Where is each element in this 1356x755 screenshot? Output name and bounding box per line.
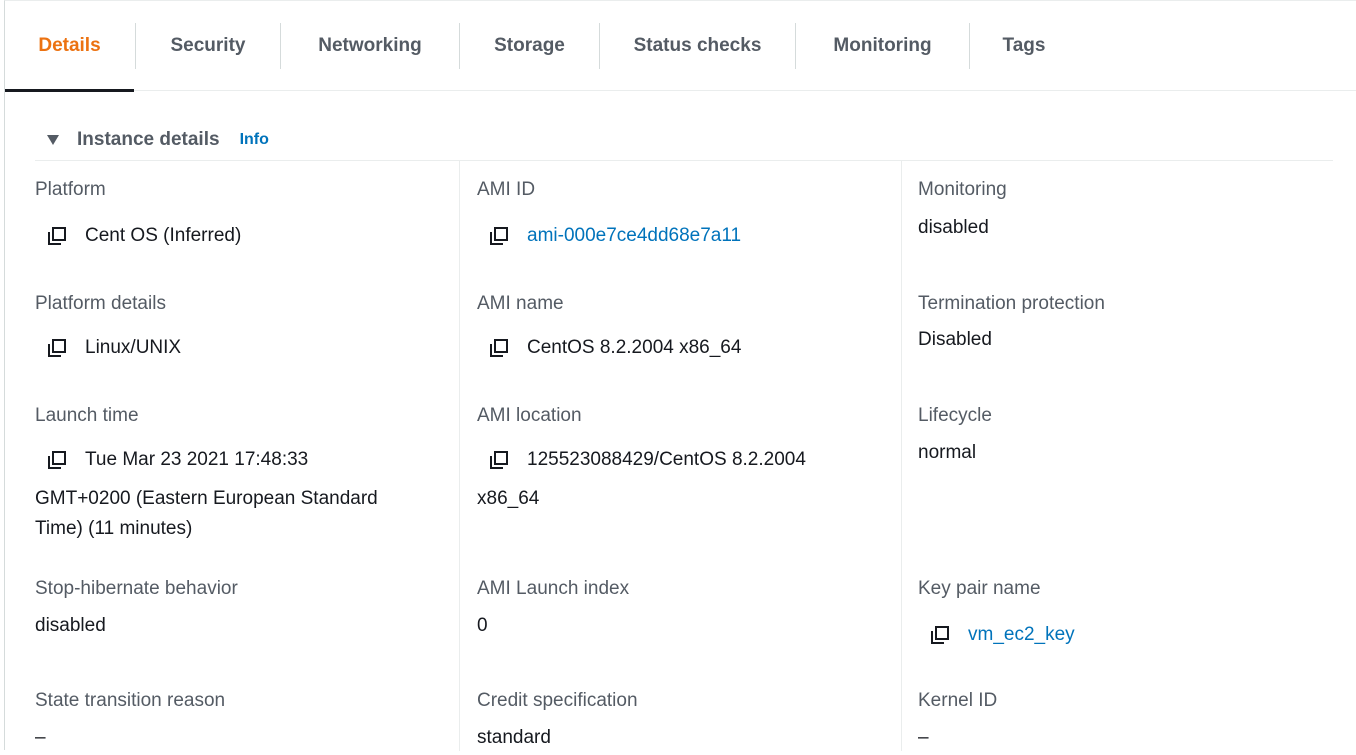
stop-hibernate-value: disabled (35, 615, 106, 636)
caret-down-icon[interactable] (47, 135, 59, 145)
header-divider (35, 160, 1333, 161)
kernel-id-label: Kernel ID (918, 690, 998, 711)
key-pair-link[interactable]: vm_ec2_key (968, 616, 1075, 654)
copy-icon[interactable] (47, 226, 67, 246)
ami-launch-index-label: AMI Launch index (477, 578, 630, 599)
tab-security[interactable]: Security (136, 1, 280, 91)
key-pair-label: Key pair name (918, 578, 1041, 599)
copy-icon[interactable] (489, 450, 509, 470)
launch-time-value-cont: Time) (11 minutes) (35, 518, 193, 539)
launch-time-label: Launch time (35, 405, 139, 426)
tab-tags[interactable]: Tags (970, 1, 1078, 91)
ami-id-link[interactable]: ami-000e7ce4dd68e7a11 (527, 217, 741, 255)
column-divider (459, 161, 460, 751)
section-title: Instance details (77, 129, 220, 150)
ami-id-label: AMI ID (477, 179, 536, 200)
launch-time-value: Tue Mar 23 2021 17:48:33 (85, 449, 309, 470)
ami-launch-index-value: 0 (477, 615, 488, 636)
ami-location-label: AMI location (477, 405, 582, 426)
copy-icon[interactable] (47, 450, 67, 470)
platform-details-label: Platform details (35, 293, 166, 314)
state-transition-label: State transition reason (35, 690, 226, 711)
platform-value: Cent OS (Inferred) (85, 225, 242, 246)
monitoring-value: disabled (918, 217, 989, 238)
monitoring-label: Monitoring (918, 179, 1007, 200)
info-link[interactable]: Info (240, 131, 269, 149)
platform-details-value: Linux/UNIX (85, 337, 182, 358)
instance-details-header[interactable]: Instance details Info (41, 125, 269, 155)
tab-bar: Details Security Networking Storage Stat… (5, 1, 1356, 92)
copy-icon[interactable] (489, 338, 509, 358)
copy-icon[interactable] (47, 338, 67, 358)
tab-networking[interactable]: Networking (281, 1, 459, 91)
copy-icon[interactable] (489, 226, 509, 246)
tab-details[interactable]: Details (5, 1, 134, 92)
stop-hibernate-label: Stop-hibernate behavior (35, 578, 238, 599)
column-divider (901, 161, 902, 751)
lifecycle-label: Lifecycle (918, 405, 992, 426)
tab-status-checks[interactable]: Status checks (600, 1, 795, 91)
credit-spec-label: Credit specification (477, 690, 638, 711)
ami-name-value: CentOS 8.2.2004 x86_64 (527, 337, 742, 358)
tab-monitoring[interactable]: Monitoring (796, 1, 969, 91)
launch-time-value-cont: GMT+0200 (Eastern European Standard (35, 488, 378, 509)
ami-location-value-cont: x86_64 (477, 488, 540, 509)
lifecycle-value: normal (918, 442, 977, 463)
tab-storage[interactable]: Storage (460, 1, 599, 91)
termination-protection-value: Disabled (918, 329, 992, 350)
ami-location-value: 125523088429/CentOS 8.2.2004 (527, 449, 806, 470)
termination-protection-label: Termination protection (918, 293, 1105, 314)
platform-label: Platform (35, 179, 106, 200)
ami-name-label: AMI name (477, 293, 564, 314)
copy-icon[interactable] (930, 625, 950, 645)
instance-details-panel: Details Security Networking Storage Stat… (4, 0, 1356, 751)
